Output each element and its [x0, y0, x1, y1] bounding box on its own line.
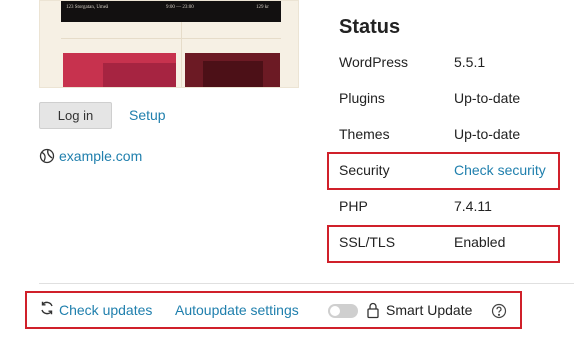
status-label: Plugins — [339, 90, 385, 106]
status-label: Themes — [339, 126, 390, 142]
check-updates-button[interactable]: Check updates — [39, 300, 152, 319]
thumbnail-red-panel-inner — [103, 63, 176, 87]
status-value: Enabled — [454, 234, 506, 250]
status-row-plugins: Plugins Up-to-date — [339, 88, 559, 110]
footer-bar: Check updates Autoupdate settings Smart … — [0, 298, 574, 322]
globe-icon — [39, 148, 55, 164]
thumbnail-address-text: 123 Storgatan, Umeå — [66, 5, 109, 10]
status-row-php: PHP 7.4.11 — [339, 196, 559, 218]
autoupdate-settings-link[interactable]: Autoupdate settings — [175, 302, 299, 318]
status-label: PHP — [339, 198, 368, 214]
status-value: 7.4.11 — [454, 198, 492, 214]
thumbnail-hours-text: 9:00 — 23:00 — [166, 5, 194, 10]
status-row-ssl: SSL/TLS Enabled — [339, 232, 559, 254]
toggle-knob — [330, 306, 340, 316]
lock-icon — [366, 301, 380, 322]
smart-update-label: Smart Update — [386, 302, 473, 318]
status-value: Up-to-date — [454, 126, 521, 142]
check-updates-label[interactable]: Check updates — [59, 302, 152, 318]
status-value: Up-to-date — [454, 90, 521, 106]
status-label: SSL/TLS — [339, 234, 396, 250]
status-row-security: Security Check security — [339, 160, 559, 182]
check-security-link[interactable]: Check security — [454, 162, 546, 178]
site-thumbnail[interactable]: 123 Storgatan, Umeå 9:00 — 23:00 129 kr — [39, 0, 299, 88]
status-title: Status — [339, 16, 401, 38]
refresh-icon — [39, 300, 55, 319]
status-label: WordPress — [339, 54, 408, 70]
status-label: Security — [339, 162, 390, 178]
status-row-themes: Themes Up-to-date — [339, 124, 559, 146]
thumbnail-divider-v — [181, 22, 182, 87]
domain-row[interactable]: example.com — [39, 148, 142, 164]
help-circle-icon[interactable] — [491, 303, 507, 322]
status-value: 5.5.1 — [454, 54, 486, 70]
thumbnail-divider-h — [61, 38, 281, 39]
log-in-button[interactable]: Log in — [39, 102, 112, 129]
divider — [39, 283, 574, 284]
smart-update-toggle[interactable] — [328, 304, 358, 318]
thumbnail-price-text: 129 kr — [256, 5, 269, 10]
thumbnail-maroon-panel-inner — [203, 61, 263, 87]
domain-link[interactable]: example.com — [59, 148, 142, 164]
status-row-wordpress: WordPress 5.5.1 — [339, 52, 559, 74]
setup-link[interactable]: Setup — [129, 107, 166, 123]
